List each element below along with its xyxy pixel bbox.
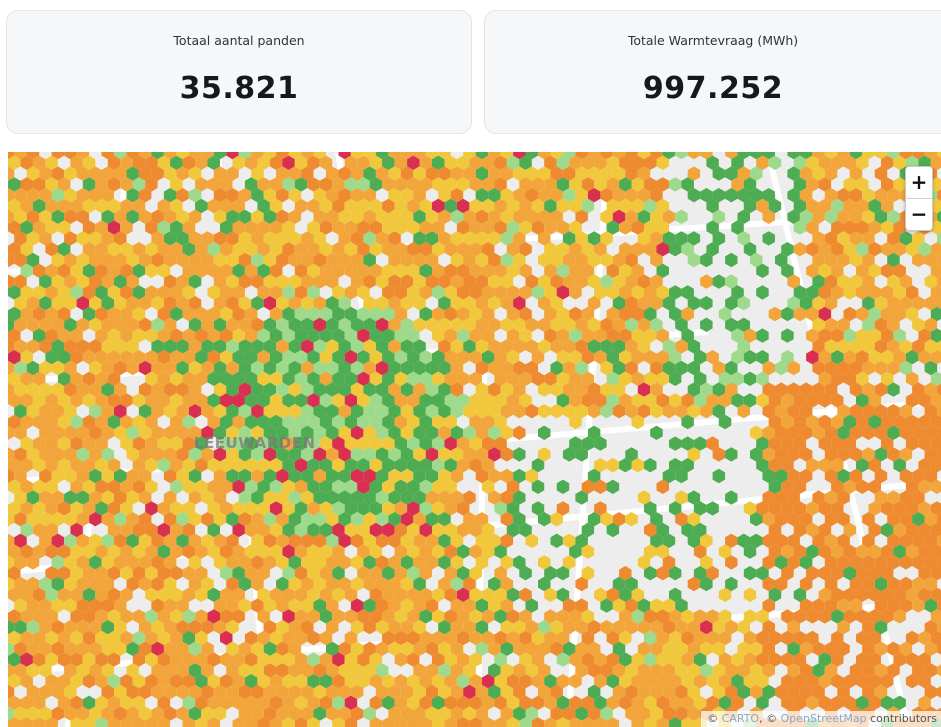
heat-hexagon bbox=[756, 285, 769, 300]
heat-hexagon bbox=[712, 468, 726, 484]
kpi-card-warmtevraag: Totale Warmtevraag (MWh) 997.252 bbox=[484, 10, 941, 134]
carto-link[interactable]: CARTO bbox=[722, 712, 759, 725]
heat-hexagon bbox=[937, 686, 941, 698]
zoom-in-button[interactable]: + bbox=[906, 167, 932, 199]
heat-hexagon bbox=[743, 371, 757, 386]
heat-hexagon bbox=[756, 328, 769, 343]
heat-hexagon bbox=[538, 404, 551, 419]
heat-hexagon bbox=[606, 458, 620, 473]
heat-hexagon bbox=[644, 458, 657, 473]
heat-hexagon bbox=[687, 152, 701, 160]
heat-hexagon bbox=[781, 328, 794, 343]
heat-hexagon bbox=[743, 566, 757, 581]
heat-hexagon bbox=[669, 177, 682, 192]
hexagon-layer bbox=[8, 152, 941, 727]
map-canvas[interactable] bbox=[8, 152, 941, 727]
heat-hexagon bbox=[762, 231, 775, 246]
map-attribution: © CARTO, © OpenStreetMap contributors bbox=[701, 711, 941, 727]
heat-hexagon bbox=[937, 664, 941, 677]
attribution-prefix: © bbox=[707, 712, 722, 725]
heat-hexagon bbox=[606, 479, 620, 494]
kpi-card-panden: Totaal aantal panden 35.821 bbox=[6, 10, 472, 134]
heat-hexagon bbox=[513, 447, 526, 462]
zoom-out-button[interactable]: − bbox=[906, 199, 932, 230]
heat-hexagon bbox=[556, 479, 570, 494]
city-label: LEEUWARDEN bbox=[194, 434, 316, 452]
kpi-label-panden: Totaal aantal panden bbox=[173, 33, 305, 48]
heat-hexagon bbox=[725, 447, 738, 462]
attribution-separator: , © bbox=[759, 712, 781, 725]
kpi-value-warmtevraag: 997.252 bbox=[642, 71, 784, 106]
heat-hexagon bbox=[675, 152, 688, 160]
kpi-value-panden: 35.821 bbox=[179, 71, 299, 106]
heat-hexagon bbox=[700, 274, 713, 289]
heat-hexagon bbox=[725, 252, 738, 268]
osm-link[interactable]: OpenStreetMap bbox=[781, 712, 867, 725]
kpi-label-warmtevraag: Totale Warmtevraag (MWh) bbox=[627, 33, 799, 48]
heat-hexagon bbox=[700, 296, 713, 311]
heat-hexagon bbox=[675, 209, 688, 224]
zoom-control: + − bbox=[905, 166, 933, 231]
heat-hexagon bbox=[768, 306, 782, 322]
attribution-suffix: contributors bbox=[866, 712, 937, 725]
heat-hexagon bbox=[550, 533, 563, 548]
heat-hexagon bbox=[712, 274, 726, 289]
heat-hexagon bbox=[669, 436, 682, 451]
heat-hexagon bbox=[743, 587, 757, 602]
heat-demand-map[interactable]: LEEUWARDEN + − © CARTO, © OpenStreetMap … bbox=[8, 152, 941, 727]
